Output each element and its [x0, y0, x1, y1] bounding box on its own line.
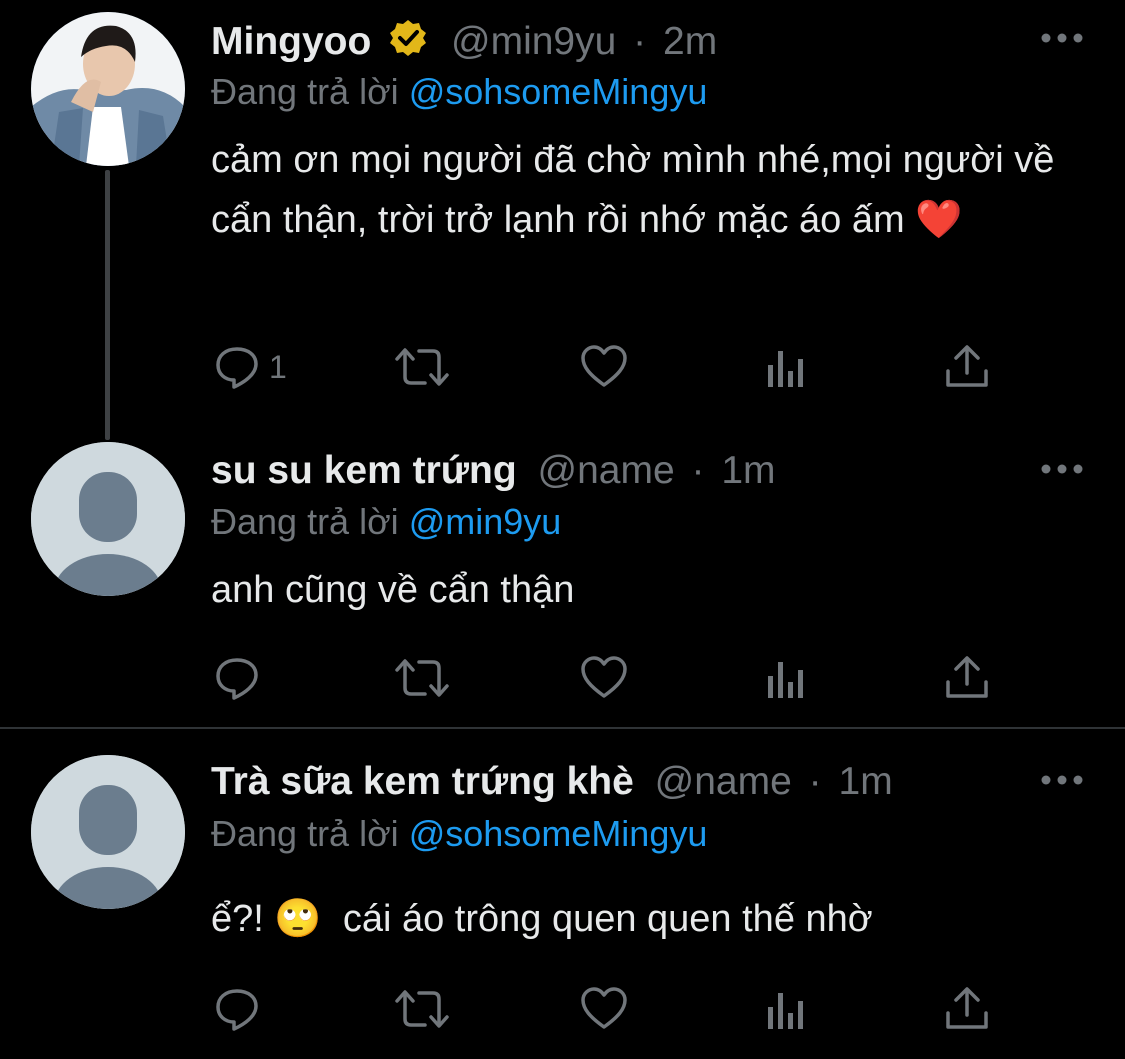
mention-link[interactable]: @sohsomeMingyu — [409, 71, 708, 112]
tweet-text: cảm ơn mọi người đã chờ mình nhé,mọi ngư… — [211, 139, 1055, 241]
reply-button[interactable]: 1 — [213, 343, 287, 391]
action-bar: 1 — [0, 343, 1125, 403]
like-icon — [581, 345, 627, 387]
replying-to: Đang trả lời @min9yu — [211, 500, 561, 544]
analytics-icon — [768, 351, 803, 387]
handle[interactable]: @name — [655, 760, 792, 803]
tweet-1[interactable]: Mingyoo @min9yu · 2m Đang trả lời @sohso… — [0, 0, 1125, 440]
avatar[interactable] — [31, 12, 185, 166]
more-icon[interactable] — [1040, 30, 1084, 46]
like-button[interactable] — [580, 654, 628, 702]
handle[interactable]: @name — [537, 449, 674, 492]
share-icon — [946, 987, 988, 1029]
retweet-button[interactable] — [395, 343, 449, 391]
display-name[interactable]: Mingyoo — [211, 20, 371, 63]
action-bar — [0, 654, 1125, 714]
like-icon — [581, 656, 627, 698]
timestamp[interactable]: 1m — [839, 760, 893, 803]
retweet-button[interactable] — [395, 654, 449, 702]
share-button[interactable] — [943, 985, 991, 1033]
mention-link[interactable]: @sohsomeMingyu — [409, 813, 708, 854]
analytics-button[interactable] — [765, 343, 807, 391]
analytics-button[interactable] — [765, 985, 807, 1033]
tweet-3[interactable]: Trà sữa kem trứng khè @name · 1m Đang tr… — [0, 729, 1125, 1059]
action-bar — [0, 985, 1125, 1045]
avatar[interactable] — [31, 442, 185, 596]
reply-button[interactable] — [213, 985, 261, 1033]
like-button[interactable] — [580, 343, 628, 391]
tweet-text: ể?! 🙄 cái áo trông quen quen thế nhờ — [211, 898, 873, 940]
like-icon — [581, 987, 627, 1029]
retweet-icon — [395, 659, 449, 697]
retweet-button[interactable] — [395, 985, 449, 1033]
replying-prefix: Đang trả lời — [211, 71, 399, 112]
default-avatar-icon — [31, 755, 185, 909]
reply-count: 1 — [269, 348, 287, 385]
default-avatar-icon — [31, 442, 185, 596]
replying-to: Đang trả lời @sohsomeMingyu — [211, 70, 707, 114]
share-icon — [946, 656, 988, 698]
verified-badge-icon — [388, 18, 428, 69]
reply-icon — [216, 989, 258, 1031]
more-icon[interactable] — [1040, 461, 1084, 477]
like-button[interactable] — [580, 985, 628, 1033]
replying-prefix: Đang trả lời — [211, 813, 399, 854]
tweet-text: anh cũng về cẩn thận — [211, 569, 575, 611]
tweet-2[interactable]: su su kem trứng @name · 1m Đang trả lời … — [0, 440, 1125, 727]
share-button[interactable] — [943, 654, 991, 702]
timestamp[interactable]: 2m — [663, 20, 717, 63]
separator: · — [691, 449, 705, 492]
reply-button[interactable] — [213, 654, 261, 702]
avatar[interactable] — [31, 755, 185, 909]
analytics-icon — [768, 993, 803, 1029]
tweet-header: Trà sữa kem trứng khè @name · 1m — [211, 759, 893, 805]
replying-to: Đang trả lời @sohsomeMingyu — [211, 812, 707, 856]
tweet-header: Mingyoo @min9yu · 2m — [211, 18, 717, 69]
analytics-icon — [768, 662, 803, 698]
reply-icon — [216, 347, 258, 389]
handle[interactable]: @min9yu — [451, 20, 616, 63]
share-icon — [946, 345, 988, 387]
separator: · — [808, 760, 822, 803]
replying-prefix: Đang trả lời — [211, 501, 399, 542]
tweet-header: su su kem trứng @name · 1m — [211, 448, 776, 494]
mention-link[interactable]: @min9yu — [409, 501, 562, 542]
share-button[interactable] — [943, 343, 991, 391]
display-name[interactable]: su su kem trứng — [211, 449, 517, 492]
retweet-icon — [395, 990, 449, 1028]
reply-icon — [216, 658, 258, 700]
avatar-photo — [31, 12, 185, 166]
analytics-button[interactable] — [765, 654, 807, 702]
timestamp[interactable]: 1m — [721, 449, 775, 492]
more-icon[interactable] — [1040, 772, 1084, 788]
display-name[interactable]: Trà sữa kem trứng khè — [211, 760, 634, 803]
retweet-icon — [395, 348, 449, 386]
separator: · — [633, 20, 647, 63]
